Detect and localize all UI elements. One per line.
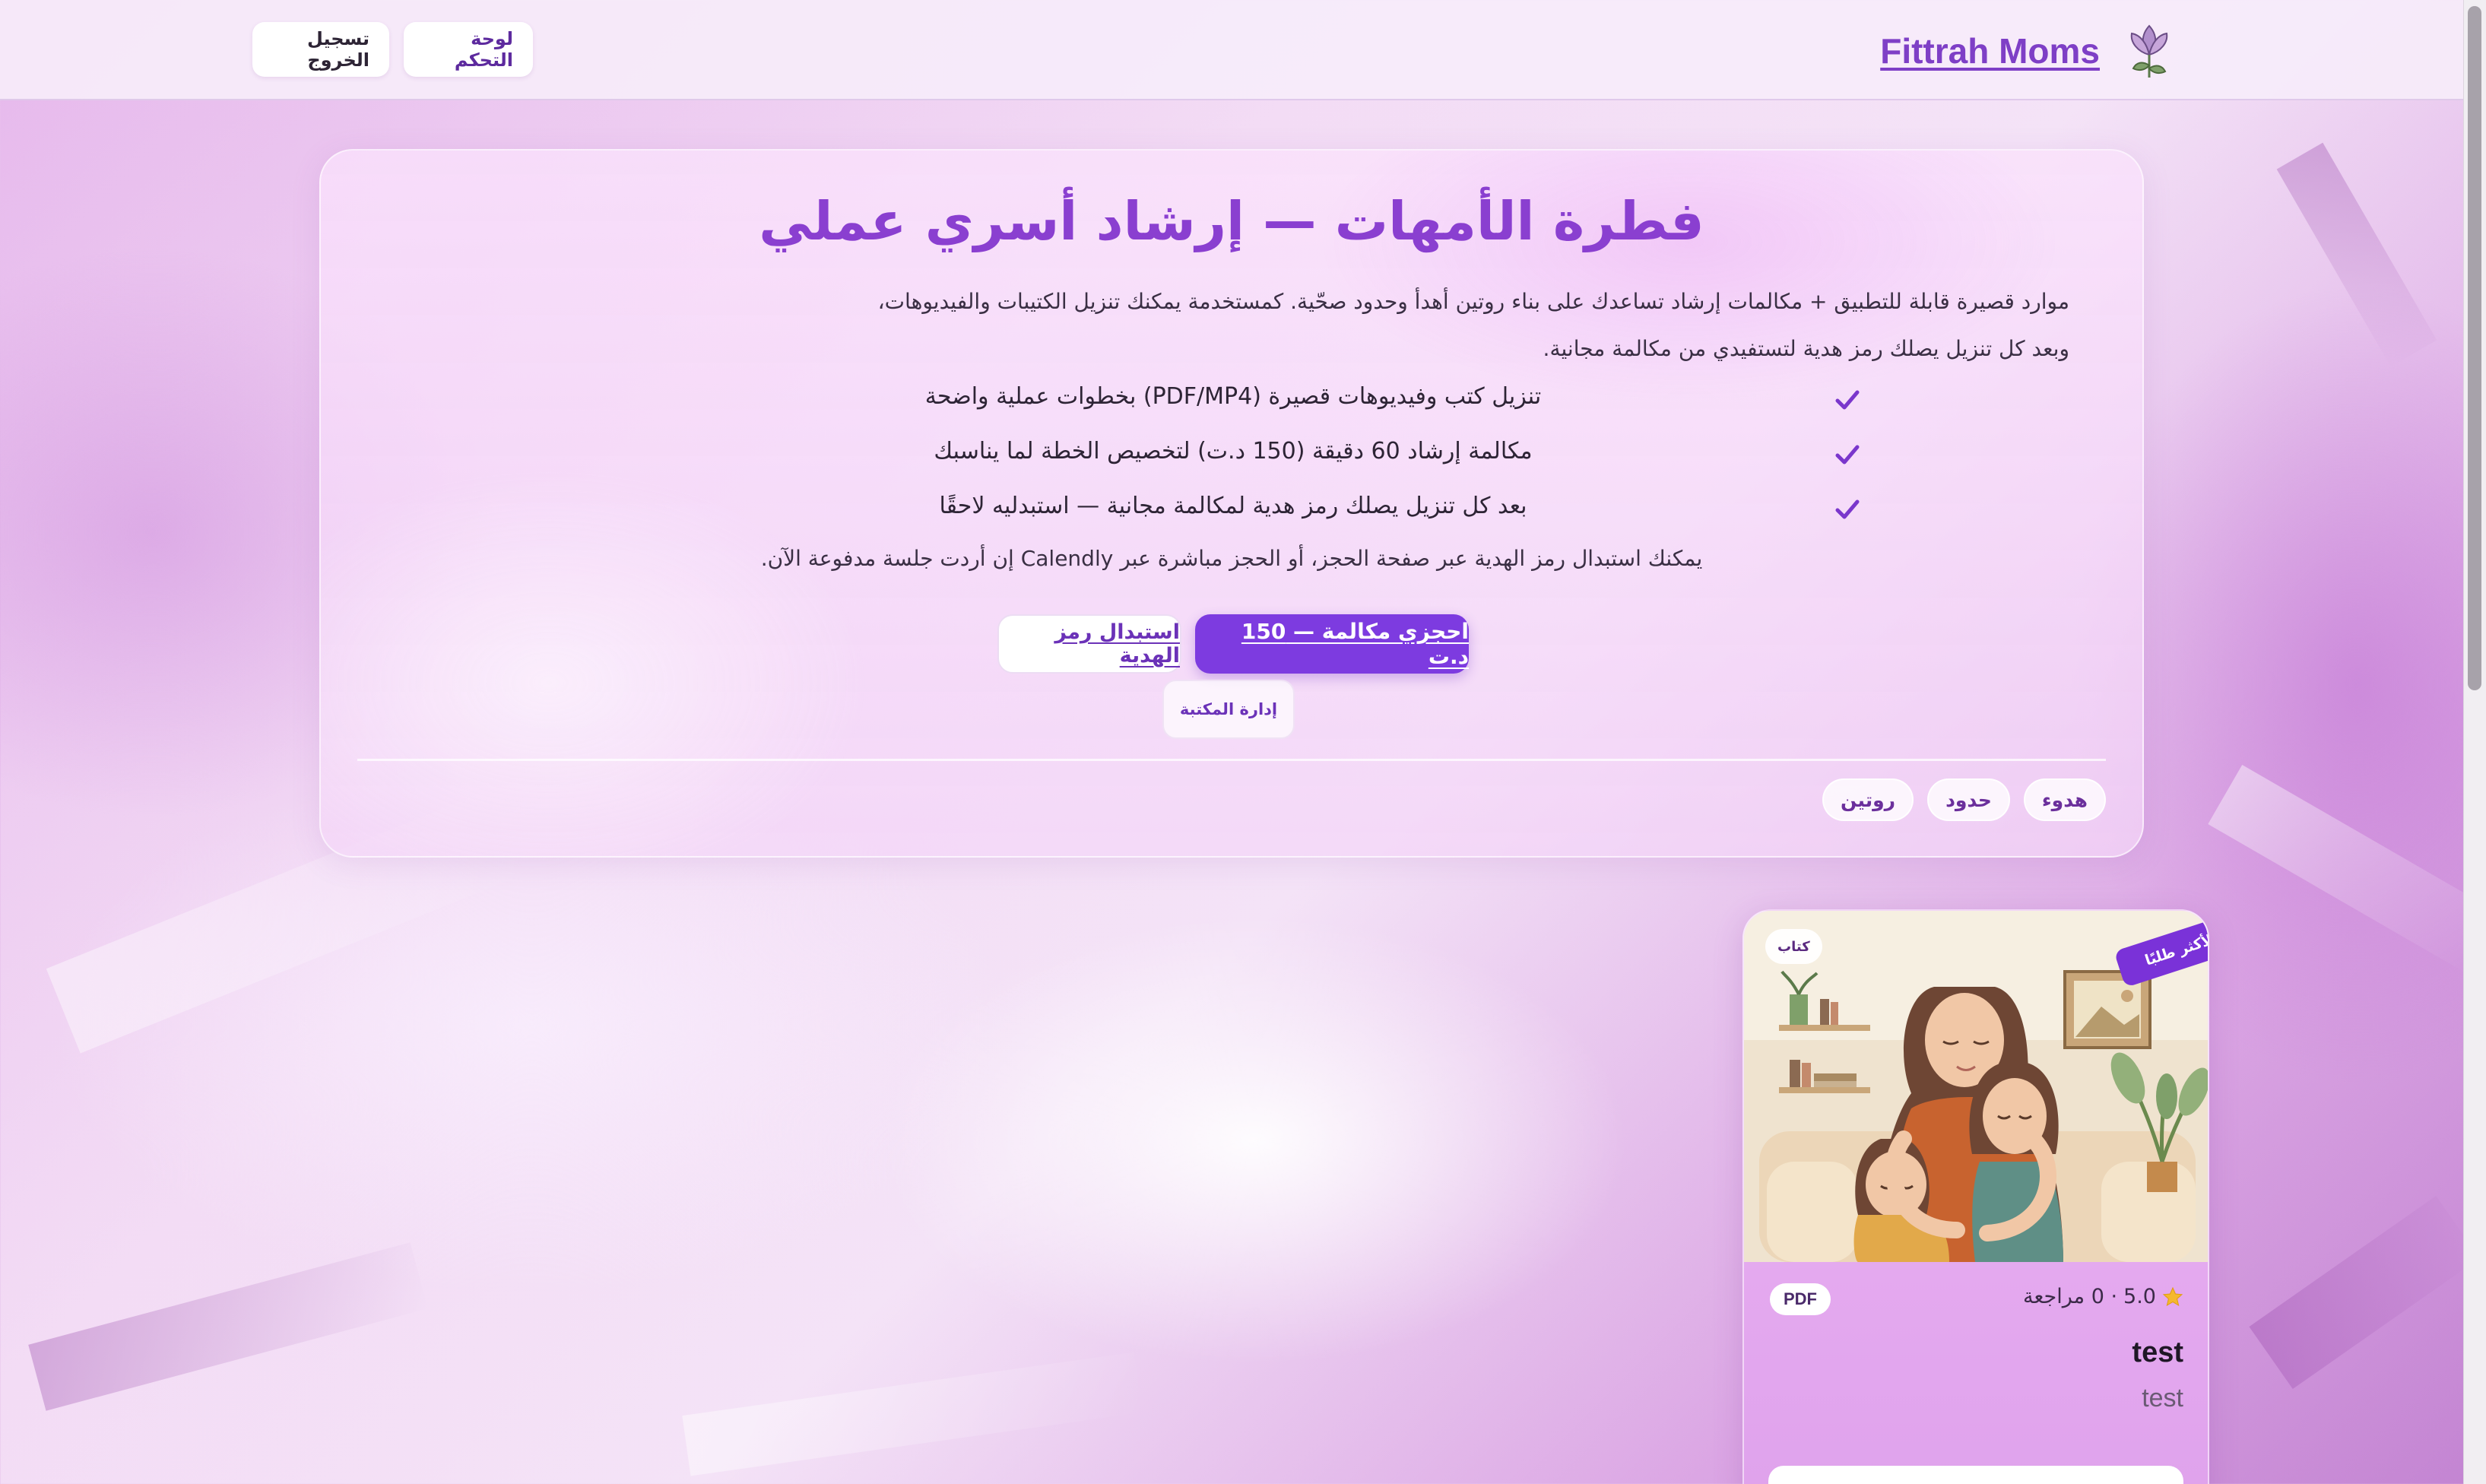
top-navbar: Fittrah Moms لوحة التحكم تسجيل الخروج: [0, 0, 2463, 100]
product-type-badge: كتاب: [1765, 929, 1822, 964]
scrollbar-thumb[interactable]: [2468, 6, 2481, 690]
logout-button[interactable]: تسجيل الخروج: [252, 22, 389, 77]
hero-description: موارد قصيرة قابلة للتطبيق + مكالمات إرشا…: [877, 289, 2069, 361]
brand-name[interactable]: Fittrah Moms: [1880, 30, 2100, 71]
product-title[interactable]: test: [2132, 1337, 2183, 1369]
hero-card: فطرة الأمهات — إرشاد أسري عملي موارد قصي…: [319, 149, 2144, 858]
tag-calm[interactable]: هدوء: [2023, 778, 2106, 821]
review-count: · 0 مراجعة: [2023, 1285, 2118, 1308]
product-action-button[interactable]: [1768, 1466, 2183, 1484]
product-cover-image[interactable]: كتاب الأكثر طلبًا: [1744, 911, 2208, 1262]
tag-list: هدوء حدود روتين: [1822, 778, 2106, 821]
manage-library-button[interactable]: إدارة المكتبة: [1162, 680, 1295, 739]
product-description: test: [2142, 1384, 2183, 1413]
brand[interactable]: Fittrah Moms: [1880, 18, 2176, 84]
check-icon: [1835, 499, 1860, 519]
rating-value: 5.0: [2123, 1285, 2156, 1308]
format-badge: PDF: [1770, 1283, 1831, 1315]
feature-item: بعد كل تنزيل يصلك رمز هدية لمكالمة مجاني…: [321, 488, 2145, 534]
check-icon: [1835, 390, 1860, 410]
feature-item: تنزيل كتب وفيديوهات قصيرة (PDF/MP4) بخطو…: [321, 379, 2145, 424]
page-title: فطرة الأمهات — إرشاد أسري عملي: [759, 190, 1705, 252]
feature-text: بعد كل تنزيل يصلك رمز هدية لمكالمة مجاني…: [939, 493, 1527, 519]
redeem-gift-button[interactable]: استبدال رمز الهدية: [997, 614, 1181, 674]
tag-routine[interactable]: روتين: [1822, 778, 1914, 821]
lotus-flower-logo: [2130, 24, 2168, 78]
product-rating: 5.0 · 0 مراجعة: [2023, 1285, 2183, 1308]
product-card[interactable]: كتاب الأكثر طلبًا 5.0 · 0 مراجعة PDF tes…: [1742, 909, 2209, 1484]
check-icon: [1835, 445, 1860, 465]
feature-text: مكالمة إرشاد 60 دقيقة (150 د.ت) لتخصيص ا…: [934, 438, 1533, 465]
feature-text: تنزيل كتب وفيديوهات قصيرة (PDF/MP4) بخطو…: [924, 383, 1542, 410]
booking-note: يمكنك استبدال رمز الهدية عبر صفحة الحجز،…: [760, 546, 1703, 571]
tag-boundaries[interactable]: حدود: [1927, 778, 2010, 821]
dashboard-button[interactable]: لوحة التحكم: [404, 22, 533, 77]
scrollbar[interactable]: [2463, 0, 2486, 1484]
feature-item: مكالمة إرشاد 60 دقيقة (150 د.ت) لتخصيص ا…: [321, 433, 2145, 479]
book-call-button[interactable]: احجزي مكالمة — 150 د.ت: [1195, 614, 1469, 674]
divider: [357, 759, 2106, 761]
star-icon: [2162, 1286, 2183, 1306]
